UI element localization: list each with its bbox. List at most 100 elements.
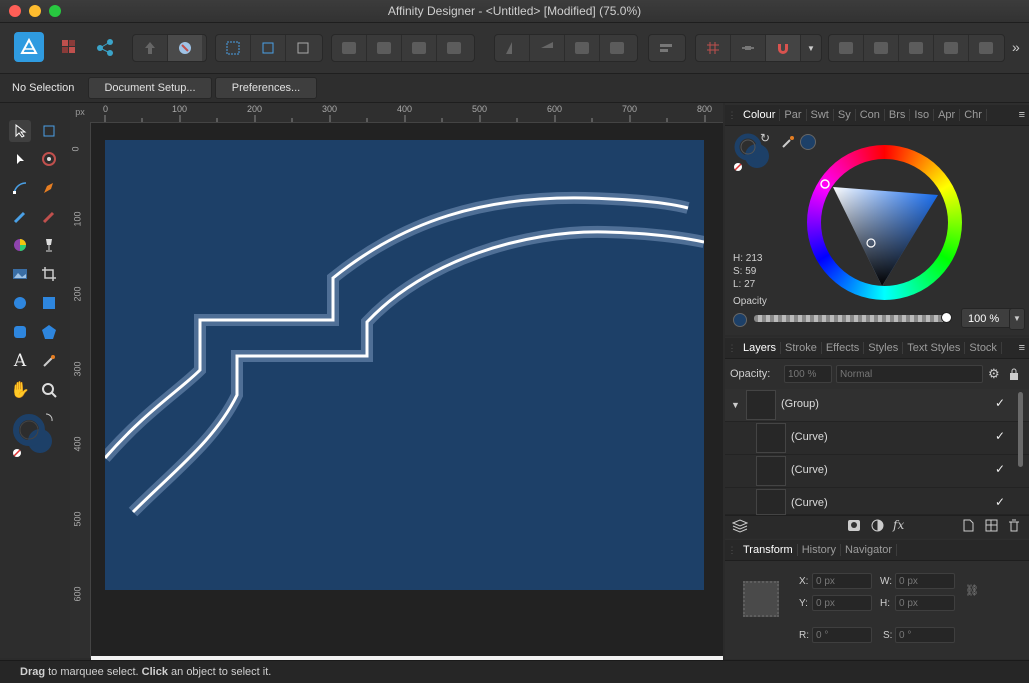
tab-brushes[interactable]: Brs <box>885 109 911 121</box>
tab-paragraph[interactable]: Par <box>780 109 807 121</box>
opacity-slider-handle[interactable] <box>941 312 952 323</box>
add-button[interactable] <box>829 35 864 61</box>
pixel-persona-button[interactable] <box>60 36 82 58</box>
select-box-button[interactable] <box>216 35 251 61</box>
corner-tool[interactable] <box>38 148 60 170</box>
vector-brush-tool[interactable] <box>38 206 60 228</box>
tab-history[interactable]: History <box>798 544 841 556</box>
select-rotate-button[interactable] <box>286 35 320 61</box>
opacity-dropdown-button[interactable]: ▼ <box>1009 308 1025 330</box>
divide-button[interactable] <box>969 35 1003 61</box>
toolbar-overflow-button[interactable]: » <box>1012 39 1020 55</box>
tab-swatches[interactable]: Swt <box>807 109 834 121</box>
snap-options-button[interactable] <box>731 35 766 61</box>
add-page-button[interactable] <box>963 519 974 535</box>
tab-appearance[interactable]: Apr <box>934 109 961 121</box>
subtract-button[interactable] <box>864 35 899 61</box>
pencil-tool[interactable] <box>9 206 31 228</box>
panel-menu-icon[interactable]: ≡ <box>1019 109 1029 121</box>
mask-button[interactable] <box>848 520 860 531</box>
move-back-button[interactable] <box>332 35 367 61</box>
lock-button[interactable] <box>1009 368 1019 383</box>
adjustment-button[interactable] <box>871 519 884 535</box>
text-tool[interactable]: A <box>9 350 31 372</box>
rounded-rectangle-tool[interactable] <box>9 321 31 343</box>
delete-layer-button[interactable] <box>1008 519 1020 535</box>
color-picker-tool[interactable] <box>38 350 60 372</box>
tab-styles[interactable]: Styles <box>864 342 904 354</box>
snapping-magnet-button[interactable] <box>766 35 801 61</box>
move-front-button[interactable] <box>437 35 471 61</box>
grid-button[interactable] <box>696 35 731 61</box>
tab-layers[interactable]: Layers <box>739 342 782 354</box>
transparency-tool[interactable] <box>38 234 60 256</box>
export-persona-button[interactable] <box>94 36 116 58</box>
tab-isometric[interactable]: Iso <box>910 109 935 121</box>
document-setup-button[interactable]: Document Setup... <box>88 77 212 99</box>
designer-persona-button[interactable] <box>14 32 44 62</box>
zoom-tool[interactable] <box>38 379 60 401</box>
colour-picker-button[interactable] <box>781 135 795 152</box>
opacity-input[interactable]: 100 % <box>961 308 1016 328</box>
tab-stroke[interactable]: Stroke <box>781 342 822 354</box>
node-tool[interactable] <box>9 148 31 170</box>
lock-aspect-chain-icon[interactable]: ⛓ <box>965 584 979 597</box>
rectangle-tool[interactable] <box>38 292 60 314</box>
tab-constraints[interactable]: Con <box>856 109 885 121</box>
layer-row-curve[interactable]: (Curve) ✓ <box>725 488 1029 515</box>
align-button[interactable] <box>649 35 683 61</box>
visibility-checkbox[interactable]: ✓ <box>995 430 1006 442</box>
disclosure-triangle-icon[interactable]: ▼ <box>731 400 740 410</box>
tab-effects[interactable]: Effects <box>822 342 865 354</box>
group-button[interactable] <box>985 519 998 535</box>
layer-row-curve[interactable]: (Curve) ✓ <box>725 455 1029 488</box>
rotation-input[interactable]: 0 ° <box>812 627 872 643</box>
layer-opacity-input[interactable]: 100 % <box>784 365 832 383</box>
tab-character[interactable]: Chr <box>960 109 987 121</box>
snap-button[interactable] <box>133 35 168 61</box>
layer-row-group[interactable]: ▼ (Group) ✓ <box>725 389 1029 422</box>
settings-flower-button[interactable] <box>168 35 202 61</box>
y-input[interactable]: 0 px <box>812 595 872 611</box>
swap-colours-icon[interactable]: ↻ <box>760 131 770 145</box>
xor-button[interactable] <box>934 35 969 61</box>
layer-settings-gear-icon[interactable]: ⚙ <box>988 366 1000 382</box>
move-tool[interactable] <box>9 120 31 142</box>
shear-input[interactable]: 0 ° <box>895 627 955 643</box>
view-tool[interactable]: ✋ <box>9 379 31 401</box>
panel-menu-icon[interactable]: ≡ <box>1019 342 1029 354</box>
polygon-tool[interactable] <box>38 321 60 343</box>
blend-mode-select[interactable]: Normal <box>836 365 983 383</box>
tab-colour[interactable]: Colour <box>739 109 781 121</box>
curves-artwork[interactable] <box>100 140 706 590</box>
visibility-checkbox[interactable]: ✓ <box>995 397 1006 409</box>
visibility-checkbox[interactable]: ✓ <box>995 463 1006 475</box>
document-page[interactable] <box>100 140 706 590</box>
width-input[interactable]: 0 px <box>895 573 955 589</box>
colour-triangle[interactable] <box>807 145 962 300</box>
rotate-left-button[interactable] <box>565 35 600 61</box>
height-input[interactable]: 0 px <box>895 595 955 611</box>
flip-horizontal-button[interactable] <box>495 35 530 61</box>
ellipse-tool[interactable] <box>9 292 31 314</box>
tab-navigator[interactable]: Navigator <box>841 544 898 556</box>
point-transform-tool[interactable] <box>9 177 31 199</box>
preferences-button[interactable]: Preferences... <box>215 77 317 99</box>
colour-wheel[interactable] <box>807 145 962 300</box>
move-forward-button[interactable] <box>402 35 437 61</box>
fill-stroke-swatch[interactable] <box>12 411 58 457</box>
tab-stock[interactable]: Stock <box>965 342 1002 354</box>
anchor-point-selector[interactable] <box>743 581 779 617</box>
intersect-button[interactable] <box>899 35 934 61</box>
flip-vertical-button[interactable] <box>530 35 565 61</box>
visibility-checkbox[interactable]: ✓ <box>995 496 1006 508</box>
x-input[interactable]: 0 px <box>812 573 872 589</box>
select-bounds-button[interactable] <box>251 35 286 61</box>
tab-transform[interactable]: Transform <box>739 544 798 556</box>
crop-tool[interactable] <box>38 263 60 285</box>
fx-icon[interactable]: fx <box>893 518 904 532</box>
move-backward-button[interactable] <box>367 35 402 61</box>
opacity-slider[interactable] <box>754 312 952 323</box>
tab-text-styles[interactable]: Text Styles <box>903 342 966 354</box>
rotate-right-button[interactable] <box>600 35 634 61</box>
